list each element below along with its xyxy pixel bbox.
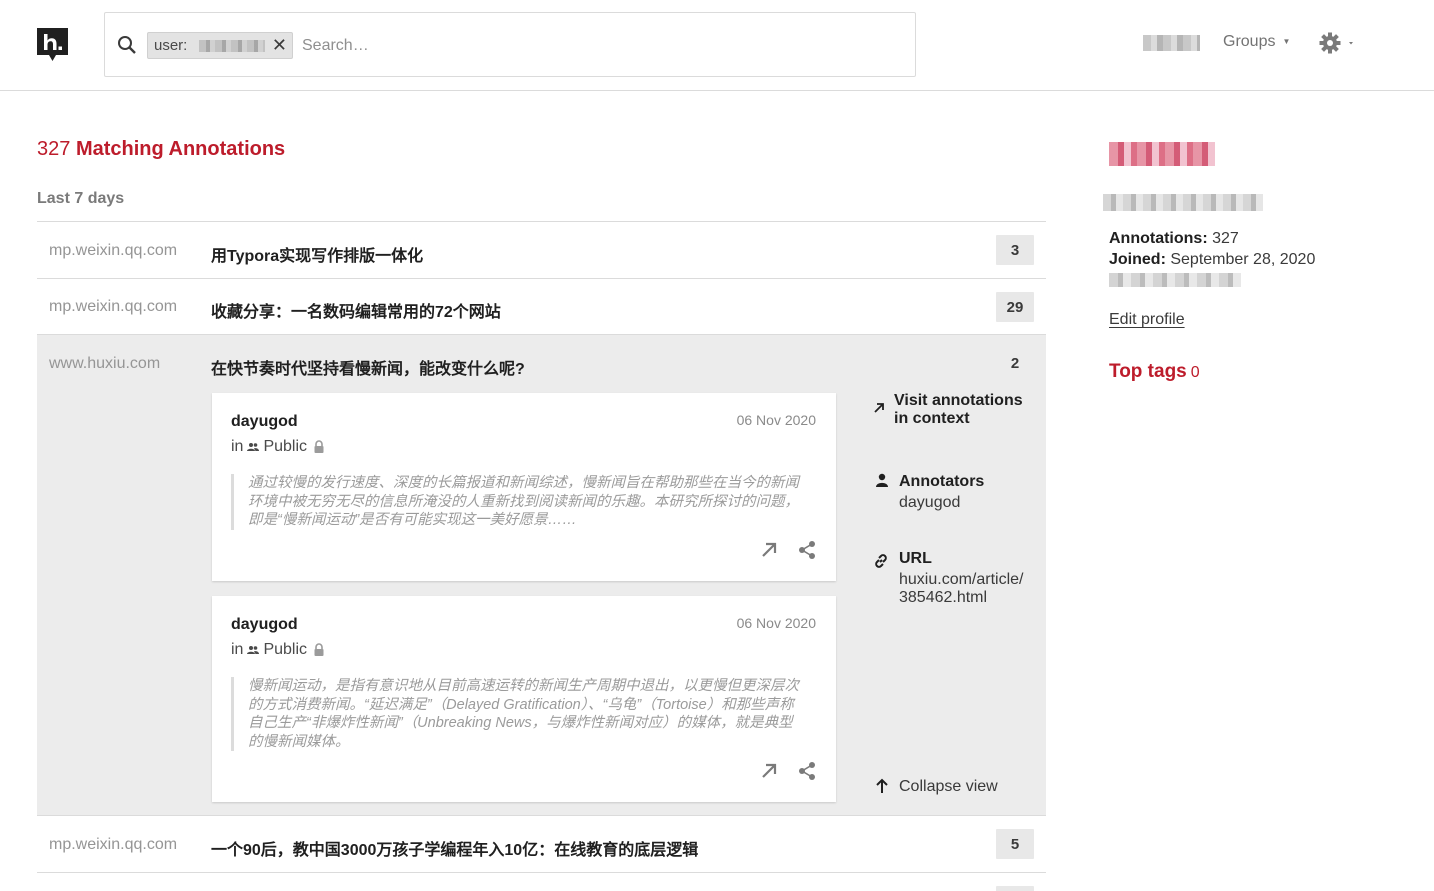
visit-line2: in context — [894, 410, 970, 427]
result-row[interactable]: mp.weixin.qq.com 收藏分享：一名数码编辑常用的72个网站 29 — [37, 278, 1046, 334]
group-icon — [247, 443, 260, 451]
annotation-author[interactable]: dayugod — [231, 413, 298, 431]
result-row[interactable]: mp.weixin.qq.com 一个90后，教中国3000万孩子学编程年入10… — [37, 815, 1046, 872]
share-icon[interactable] — [798, 540, 816, 560]
annotation-author[interactable]: dayugod — [231, 616, 298, 634]
annotation-date[interactable]: 06 Nov 2020 — [737, 412, 816, 428]
row-domain: mp.weixin.qq.com — [49, 242, 178, 259]
chevron-down-icon: ▼ — [1282, 37, 1291, 46]
annotation-card[interactable]: dayugod 06 Nov 2020 in Public 慢新闻运动，是指有意… — [212, 596, 836, 802]
link-icon — [875, 554, 887, 568]
group-name[interactable]: Public — [263, 641, 307, 659]
top-bar: user: ✕ Groups ▼ — [0, 0, 1434, 91]
annotators-label: Annotators — [899, 473, 985, 490]
annotation-quote: 慢新闻运动，是指有意识地从目前高速运转的新闻生产周期中退出，以更慢但更深层次的方… — [231, 677, 806, 751]
arrow-up-icon — [876, 778, 888, 793]
result-row-expanded[interactable]: www.huxiu.com 在快节奏时代坚持看慢新闻，能改变什么呢? 2 day… — [37, 334, 1046, 815]
annotation-group: in Public — [231, 641, 329, 659]
annotation-card[interactable]: dayugod 06 Nov 2020 in Public 通过较慢的发行速度、… — [212, 393, 836, 581]
row-domain: www.huxiu.com — [49, 355, 161, 372]
top-tags-heading: Top tags 0 — [1109, 361, 1200, 383]
row-title[interactable]: 收藏分享：一名数码编辑常用的72个网站 — [211, 298, 501, 322]
search-lozenge: user: ✕ — [147, 32, 293, 59]
gear-icon[interactable] — [1318, 31, 1358, 55]
search-input[interactable] — [302, 32, 862, 59]
row-title[interactable]: 一个90后，教中国3000万孩子学编程年入10亿：在线教育的底层逻辑 — [211, 836, 698, 860]
row-count-badge: 5 — [996, 829, 1034, 859]
lozenge-prefix: user: — [154, 37, 188, 54]
annotators-section: Annotators dayugod — [873, 471, 984, 513]
row-count-badge: 3 — [996, 235, 1034, 265]
search-bar[interactable]: user: ✕ — [104, 12, 916, 77]
hypothesis-logo-icon[interactable] — [37, 28, 68, 62]
group-name[interactable]: Public — [263, 438, 307, 456]
arrow-up-right-icon — [874, 403, 884, 413]
search-icon[interactable] — [117, 35, 137, 55]
share-icon[interactable] — [798, 761, 816, 781]
in-label: in — [231, 438, 244, 455]
top-tags-count: 0 — [1190, 364, 1200, 381]
group-icon — [247, 646, 260, 654]
collapse-view-button[interactable]: Collapse view — [873, 778, 998, 796]
timeframe-heading: Last 7 days — [37, 190, 125, 207]
result-row[interactable]: mp.weixin.qq.com 用Typora实现写作排版一体化 3 — [37, 221, 1046, 278]
groups-menu[interactable]: Groups ▼ — [1223, 33, 1290, 51]
lock-icon — [314, 643, 324, 656]
user-icon — [876, 473, 888, 487]
joined-label: Joined: — [1109, 251, 1166, 268]
open-in-context-icon[interactable] — [760, 762, 778, 780]
row-count-badge: 2 — [1010, 354, 1020, 372]
stat-joined: Joined: September 28, 2020 — [1109, 251, 1315, 269]
annotators-value[interactable]: dayugod — [899, 492, 984, 513]
result-row[interactable] — [37, 872, 1046, 891]
url-line1[interactable]: huxiu.com/article/ — [899, 571, 1024, 590]
visit-line1: Visit annotations — [894, 392, 1023, 409]
in-label: in — [231, 641, 244, 658]
row-count-badge — [996, 886, 1034, 891]
row-domain: mp.weixin.qq.com — [49, 298, 178, 315]
url-label: URL — [899, 550, 932, 567]
annotations-value: 327 — [1212, 230, 1239, 247]
edit-profile-link[interactable]: Edit profile — [1109, 311, 1185, 329]
redacted-profile-link — [1109, 273, 1241, 287]
results-title: 327 Matching Annotations — [37, 138, 285, 161]
url-section: URL huxiu.com/article/ 385462.html — [873, 550, 1024, 608]
collapse-label: Collapse view — [899, 778, 998, 795]
top-tags-label: Top tags — [1109, 361, 1187, 382]
visit-annotations-link[interactable]: Visit annotations in context — [873, 392, 1023, 428]
annotations-label: Annotations: — [1109, 230, 1208, 247]
row-domain: mp.weixin.qq.com — [49, 836, 178, 853]
redacted-username-line — [1103, 194, 1263, 211]
results-title-text: Matching Annotations — [75, 138, 286, 160]
annotation-quote: 通过较慢的发行速度、深度的长篇报道和新闻综述，慢新闻旨在帮助那些在当今的新闻环境… — [231, 474, 806, 530]
redacted-username — [199, 39, 266, 52]
joined-value: September 28, 2020 — [1170, 251, 1316, 268]
groups-label: Groups — [1223, 33, 1276, 50]
row-title[interactable]: 在快节奏时代坚持看慢新闻，能改变什么呢? — [211, 355, 525, 379]
row-count-badge: 29 — [996, 292, 1034, 322]
results-count: 327 — [37, 138, 71, 160]
annotation-date[interactable]: 06 Nov 2020 — [737, 615, 816, 631]
stat-annotations: Annotations: 327 — [1109, 230, 1239, 248]
annotation-group: in Public — [231, 438, 329, 456]
lozenge-remove-icon[interactable]: ✕ — [272, 36, 287, 54]
row-title[interactable]: 用Typora实现写作排版一体化 — [211, 242, 423, 266]
lock-icon — [314, 440, 324, 453]
url-line2[interactable]: 385462.html — [899, 589, 1024, 608]
open-in-context-icon[interactable] — [760, 541, 778, 559]
redacted-display-name — [1109, 142, 1215, 166]
redacted-user-menu[interactable] — [1143, 35, 1200, 51]
